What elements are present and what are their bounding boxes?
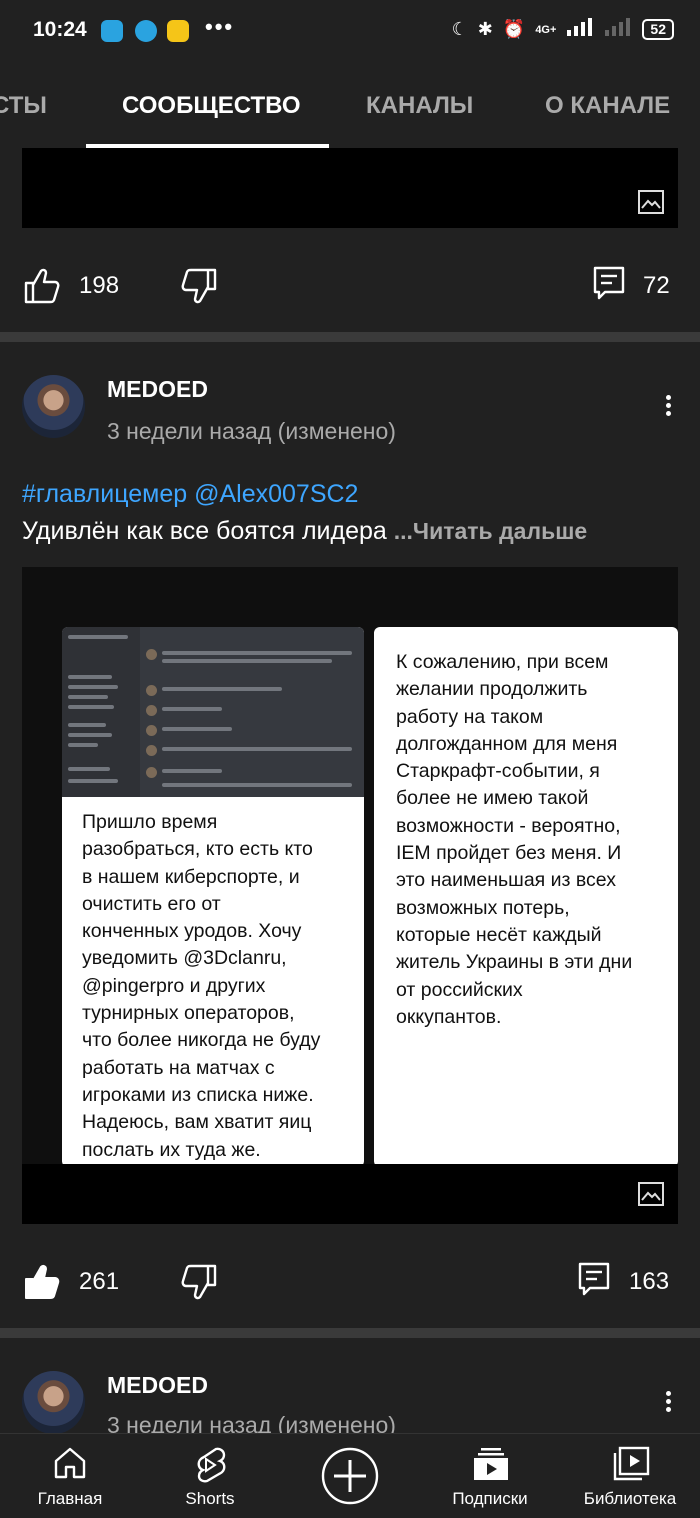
home-icon [54, 1447, 86, 1479]
shorts-icon [197, 1447, 226, 1483]
battery-indicator: 52 [642, 19, 674, 40]
nav-subscriptions[interactable]: Подписки [430, 1434, 550, 1518]
post-author[interactable]: MEDOED [107, 1372, 208, 1399]
dislike-icon[interactable] [179, 1262, 219, 1302]
post-divider [0, 1328, 700, 1338]
subscriptions-icon [474, 1448, 508, 1480]
nav-shorts-label: Shorts [185, 1489, 235, 1508]
music-app-icon [167, 20, 189, 42]
create-icon [321, 1447, 379, 1505]
discord-sidebar [62, 627, 140, 797]
like-count: 198 [79, 272, 120, 299]
comment-icon[interactable] [578, 1262, 610, 1298]
post-image[interactable]: Пришло время разобраться, кто есть кто в… [22, 567, 678, 1224]
nav-home-label: Главная [37, 1489, 103, 1508]
status-time: 10:24 [33, 18, 87, 41]
tab-about[interactable]: О КАНАЛЕ [545, 92, 670, 120]
channel-tabs: СТЫ СООБЩЕСТВО КАНАЛЫ О КАНАЛЕ [0, 64, 700, 148]
like-count: 261 [79, 1268, 120, 1295]
screenshot-right-text: К сожалению, при всем желании продолжить… [396, 651, 633, 1028]
post-actions: 198 72 [0, 256, 700, 316]
dislike-icon[interactable] [179, 266, 219, 306]
post-text-content: Удивлён как все боятся лидера [22, 517, 394, 545]
image-icon [638, 190, 664, 214]
image-icon [638, 1182, 664, 1206]
signal-2-icon [604, 18, 632, 41]
like-icon-filled[interactable] [22, 1262, 62, 1302]
bottom-navigation: Главная Shorts Подписки Библиотека [0, 1433, 700, 1518]
status-bar: 10:24 ••• ☾ ✱ ⏰ 4G+ 52 [0, 0, 700, 64]
discord-screenshot [62, 627, 364, 797]
nav-library[interactable]: Библиотека [570, 1434, 690, 1518]
like-icon[interactable] [22, 266, 62, 306]
moon-icon: ☾ [451, 19, 468, 39]
post-text: Удивлён как все боятся лидера ...Читать … [22, 517, 587, 546]
post-actions: 261 163 [0, 1252, 700, 1312]
post-date: 3 недели назад (изменено) [107, 418, 396, 444]
nav-library-label: Библиотека [583, 1489, 677, 1508]
more-options-icon[interactable] [666, 392, 674, 419]
nav-create[interactable] [290, 1434, 410, 1518]
read-more-link[interactable]: ...Читать дальше [394, 518, 587, 544]
alarm-icon: ⏰ [502, 19, 526, 39]
image-footer [22, 1164, 678, 1224]
post-image[interactable] [22, 148, 678, 228]
screenshot-left: Пришло время разобраться, кто есть кто в… [62, 627, 364, 1167]
network-type: 4G+ [535, 23, 557, 36]
nav-subscriptions-label: Подписки [452, 1489, 528, 1508]
library-icon [613, 1446, 650, 1481]
skype-icon [135, 20, 157, 42]
more-options-icon[interactable] [666, 1388, 674, 1415]
tab-channels[interactable]: КАНАЛЫ [366, 92, 473, 120]
avatar[interactable] [22, 1371, 85, 1434]
comment-count: 72 [643, 272, 670, 299]
tab-posts[interactable]: СТЫ [0, 92, 47, 120]
telegram-icon [101, 20, 123, 42]
screenshot-left-text: Пришло время разобраться, кто есть кто в… [82, 811, 321, 1161]
nav-home[interactable]: Главная [10, 1434, 130, 1518]
bluetooth-icon: ✱ [477, 19, 493, 39]
comment-count: 163 [629, 1268, 670, 1295]
post-author[interactable]: MEDOED [107, 376, 208, 403]
nav-shorts[interactable]: Shorts [150, 1434, 270, 1518]
tab-community[interactable]: СООБЩЕСТВО [122, 92, 301, 120]
post-divider [0, 332, 700, 342]
post-hashtags[interactable]: #главлицемер @Alex007SC2 [22, 480, 358, 509]
signal-icon [566, 18, 594, 41]
screenshot-right: К сожалению, при всем желании продолжить… [374, 627, 678, 1167]
more-notifications-icon: ••• [205, 14, 235, 39]
comment-icon[interactable] [593, 266, 625, 302]
avatar[interactable] [22, 375, 85, 438]
